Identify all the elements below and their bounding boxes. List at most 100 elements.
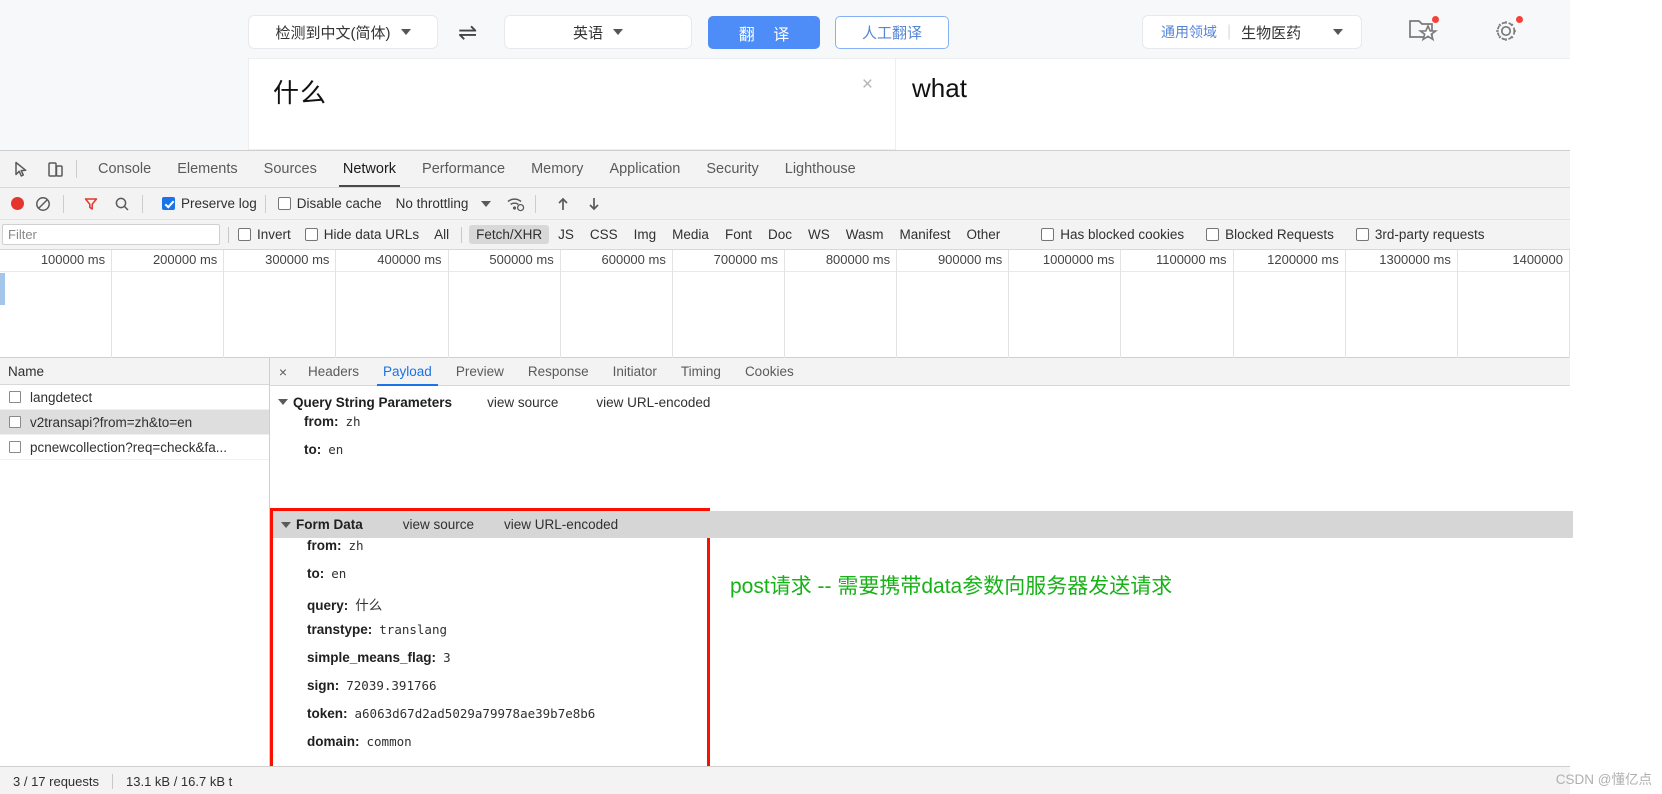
formdata-view-source-link[interactable]: view source xyxy=(403,517,474,532)
type-filter-wasm[interactable]: Wasm xyxy=(839,225,891,244)
request-row[interactable]: pcnewcollection?req=check&fa... xyxy=(0,435,269,460)
detail-tab-payload[interactable]: Payload xyxy=(371,358,444,386)
request-row[interactable]: langdetect xyxy=(0,385,269,410)
3rd-party-requests-label: 3rd-party requests xyxy=(1374,227,1485,242)
inspect-element-icon[interactable] xyxy=(8,156,34,182)
type-filter-media[interactable]: Media xyxy=(665,225,716,244)
param-value: en xyxy=(331,566,347,581)
invert-control[interactable]: Invert xyxy=(238,227,291,242)
devtools-tab-elements[interactable]: Elements xyxy=(164,151,250,187)
3rd-party-requests-control[interactable]: 3rd-party requests xyxy=(1355,227,1485,242)
devtools-tab-lighthouse[interactable]: Lighthouse xyxy=(772,151,869,187)
param-key: from: xyxy=(307,538,342,553)
request-checkbox[interactable] xyxy=(9,391,21,403)
blocked-requests-checkbox[interactable] xyxy=(1206,228,1220,241)
detail-tab-preview[interactable]: Preview xyxy=(444,358,516,385)
filter-icon[interactable] xyxy=(79,192,103,216)
timeline-tick: 1000000 ms xyxy=(1009,250,1122,358)
import-har-icon[interactable] xyxy=(551,192,575,216)
devtools-tab-sources[interactable]: Sources xyxy=(251,151,330,187)
human-translate-button[interactable]: 人工翻译 xyxy=(835,16,949,49)
type-filter-all[interactable]: All xyxy=(427,225,456,244)
param-row: sign: 72039.391766 xyxy=(273,678,707,706)
devtools-tab-application[interactable]: Application xyxy=(596,151,693,187)
type-filter-other[interactable]: Other xyxy=(960,225,1008,244)
type-filter-img[interactable]: Img xyxy=(627,225,664,244)
timeline-tick-label: 1400000 xyxy=(1512,252,1563,267)
has-blocked-cookies-checkbox[interactable] xyxy=(1041,228,1055,241)
query-view-source-link[interactable]: view source xyxy=(487,395,558,410)
transferred-size: 13.1 kB / 16.7 kB t xyxy=(126,773,233,789)
type-filter-css[interactable]: CSS xyxy=(583,225,625,244)
payload-content: Query String Parameters view source view… xyxy=(270,390,1573,778)
clear-icon[interactable]: × xyxy=(862,75,873,94)
device-toolbar-icon[interactable] xyxy=(42,156,68,182)
request-checkbox[interactable] xyxy=(9,416,21,428)
close-icon[interactable]: × xyxy=(270,364,296,380)
swap-languages-icon[interactable]: ⇌ xyxy=(458,19,477,45)
throttling-value[interactable]: No throttling xyxy=(396,196,469,211)
type-filter-manifest[interactable]: Manifest xyxy=(892,225,957,244)
source-text-pane[interactable]: 什么 × xyxy=(248,58,896,150)
query-view-url-encoded-link[interactable]: view URL-encoded xyxy=(596,395,710,410)
target-language-select[interactable]: 英语 xyxy=(504,15,692,49)
filter-input[interactable]: Filter xyxy=(2,224,220,245)
devtools-tab-security[interactable]: Security xyxy=(693,151,771,187)
has-blocked-cookies-control[interactable]: Has blocked cookies xyxy=(1041,227,1184,242)
disable-cache-checkbox[interactable] xyxy=(277,197,291,210)
annotation-text: post请求 -- 需要携带data参数向服务器发送请求 xyxy=(730,575,1173,598)
devtools-tab-performance[interactable]: Performance xyxy=(409,151,518,187)
devtools-tab-console[interactable]: Console xyxy=(85,151,164,187)
formdata-view-url-encoded-link[interactable]: view URL-encoded xyxy=(504,517,618,532)
hide-data-urls-control[interactable]: Hide data URLs xyxy=(304,227,419,242)
detail-tab-timing[interactable]: Timing xyxy=(669,358,733,385)
source-textarea[interactable]: 什么 xyxy=(273,73,327,110)
gear-icon[interactable] xyxy=(1492,16,1523,50)
devtools-tab-network[interactable]: Network xyxy=(330,151,409,187)
type-filter-font[interactable]: Font xyxy=(718,225,759,244)
translate-button[interactable]: 翻 译 xyxy=(708,16,820,49)
triangle-down-icon[interactable] xyxy=(281,521,291,528)
network-overview-timeline[interactable]: 100000 ms 200000 ms 300000 ms 400000 ms 5000… xyxy=(0,250,1570,358)
type-filter-ws[interactable]: WS xyxy=(801,225,837,244)
type-filter-doc[interactable]: Doc xyxy=(761,225,799,244)
type-filter-fetch-xhr[interactable]: Fetch/XHR xyxy=(469,225,550,244)
preserve-log-control[interactable]: Preserve log xyxy=(162,196,257,211)
invert-checkbox[interactable] xyxy=(238,228,251,241)
folder-star-icon[interactable] xyxy=(1408,16,1439,48)
detail-tab-headers[interactable]: Headers xyxy=(296,358,371,385)
clear-button[interactable] xyxy=(31,192,55,216)
network-body: Name langdetect v2transapi?from=zh&to=en p… xyxy=(0,358,1573,778)
param-key: sign: xyxy=(307,678,340,693)
3rd-party-requests-checkbox[interactable] xyxy=(1355,228,1369,241)
search-icon[interactable] xyxy=(110,192,134,216)
request-checkbox[interactable] xyxy=(9,441,21,453)
timeline-tick: 800000 ms xyxy=(785,250,898,358)
network-conditions-icon[interactable] xyxy=(503,192,527,216)
domain-selected-label: 生物医药 xyxy=(1241,24,1302,42)
preserve-log-checkbox[interactable] xyxy=(162,197,175,210)
export-har-icon[interactable] xyxy=(582,192,606,216)
devtools-tabbar: Console Elements Sources Network Performance… xyxy=(0,151,1570,188)
param-value: zh xyxy=(348,538,364,553)
triangle-down-icon[interactable] xyxy=(278,399,288,405)
blocked-requests-control[interactable]: Blocked Requests xyxy=(1206,227,1334,242)
type-filter-js[interactable]: JS xyxy=(551,225,581,244)
source-language-select[interactable]: 检测到中文(简体) xyxy=(248,15,438,49)
request-row[interactable]: v2transapi?from=zh&to=en xyxy=(0,410,269,435)
chevron-down-icon[interactable] xyxy=(481,200,492,207)
timeline-tick: 1100000 ms xyxy=(1121,250,1234,358)
detail-tab-cookies[interactable]: Cookies xyxy=(733,358,806,385)
domain-select[interactable]: 通用领域 | 生物医药 xyxy=(1142,15,1362,49)
detail-tab-response[interactable]: Response xyxy=(516,358,601,385)
extra-filter-checkboxes: Has blocked cookies Blocked Requests 3rd-p… xyxy=(1007,227,1484,242)
devtools-tab-list: Console Elements Sources Network Performance… xyxy=(85,151,869,187)
devtools-tab-memory[interactable]: Memory xyxy=(518,151,596,187)
detail-tab-initiator[interactable]: Initiator xyxy=(601,358,669,385)
timeline-tick: 1200000 ms xyxy=(1234,250,1346,358)
record-button[interactable] xyxy=(11,197,24,210)
hide-data-urls-checkbox[interactable] xyxy=(304,228,318,241)
domain-divider: | xyxy=(1227,23,1232,40)
disable-cache-control[interactable]: Disable cache xyxy=(277,196,382,211)
detail-tab-bar: × Headers Payload Preview Response Initiator… xyxy=(270,358,1570,386)
